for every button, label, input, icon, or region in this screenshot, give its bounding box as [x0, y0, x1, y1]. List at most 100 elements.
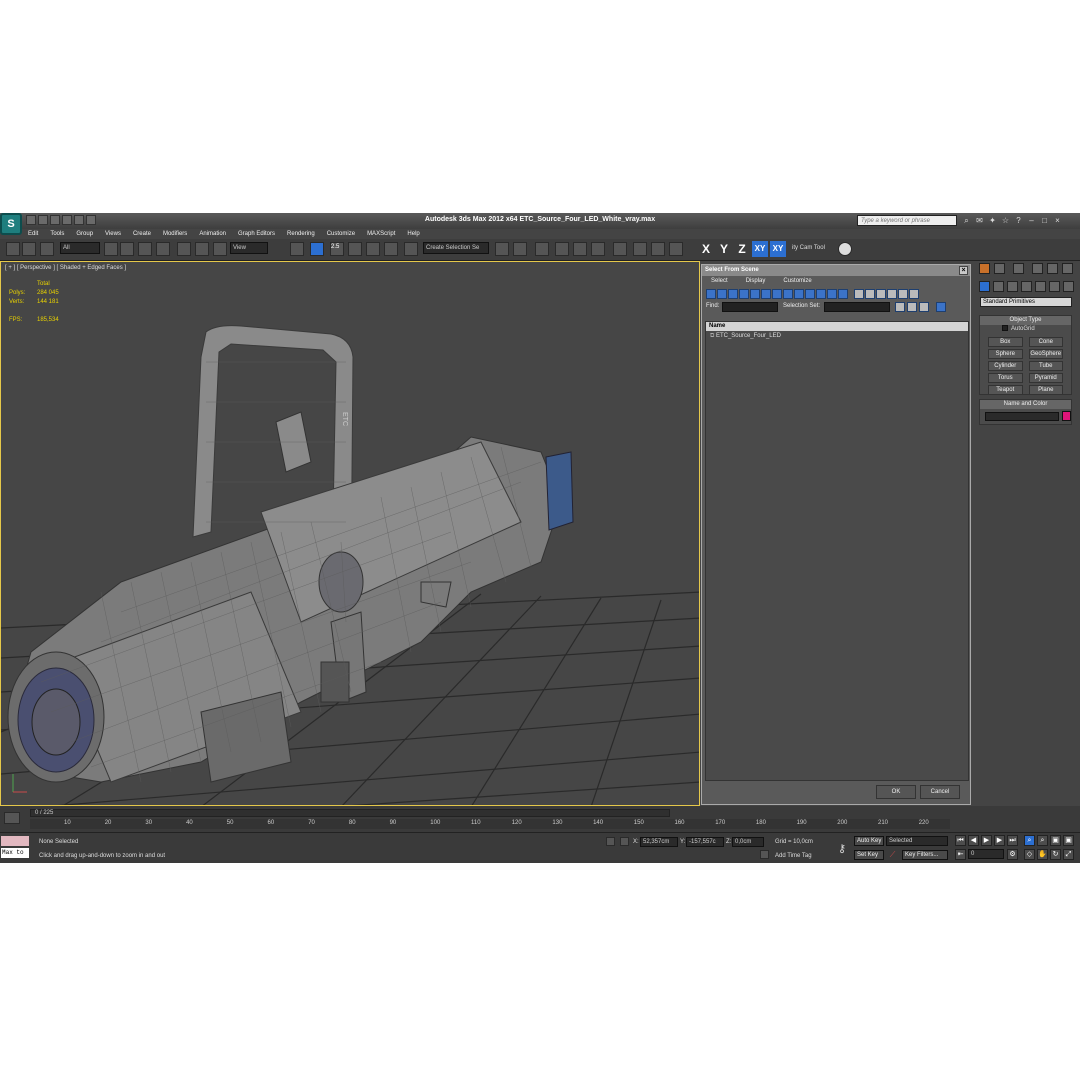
create-tab-icon[interactable]: [979, 263, 990, 274]
key-icon[interactable]: ⚷: [834, 841, 850, 857]
angle-snap-icon[interactable]: [348, 242, 362, 256]
tube-button[interactable]: Tube: [1028, 361, 1063, 371]
cam-tool-label[interactable]: ity Cam Tool: [792, 245, 825, 251]
display-space-warps-icon[interactable]: [761, 289, 771, 299]
display-containers-icon[interactable]: [805, 289, 815, 299]
selection-filter-dropdown[interactable]: All: [60, 242, 100, 254]
menu-views[interactable]: Views: [99, 229, 127, 239]
menu-create[interactable]: Create: [127, 229, 157, 239]
display-geometry-icon[interactable]: [706, 289, 716, 299]
graphite-modeling-icon[interactable]: [555, 242, 569, 256]
rotate-icon[interactable]: [195, 242, 209, 256]
search-input[interactable]: Type a keyword or phrase: [857, 215, 957, 226]
minimize-icon[interactable]: –: [1027, 216, 1036, 225]
display-hidden-icon[interactable]: [827, 289, 837, 299]
subscription-icon[interactable]: ✉: [975, 216, 984, 225]
select-object-icon[interactable]: [104, 242, 118, 256]
render-production-icon[interactable]: [669, 242, 683, 256]
display-lights-icon[interactable]: [728, 289, 738, 299]
select-none-icon[interactable]: [865, 289, 875, 299]
select-invert-icon[interactable]: [876, 289, 886, 299]
dialog-title-bar[interactable]: Select From Scene ×: [702, 265, 970, 276]
set-key-button[interactable]: Set Key: [854, 850, 884, 860]
name-and-color-header[interactable]: Name and Color: [980, 400, 1071, 409]
dialog-menu-select[interactable]: Select: [702, 276, 737, 287]
edit-named-selection-icon[interactable]: [404, 242, 418, 256]
axis-xy-cycle-button[interactable]: XY: [770, 241, 786, 257]
menu-tools[interactable]: Tools: [44, 229, 70, 239]
cancel-button[interactable]: Cancel: [920, 785, 960, 799]
display-bones-icon[interactable]: [794, 289, 804, 299]
case-sensitive-icon[interactable]: [895, 302, 905, 312]
display-helpers-icon[interactable]: [750, 289, 760, 299]
lock-selection-icon[interactable]: [606, 837, 615, 846]
systems-icon[interactable]: [1063, 281, 1074, 292]
default-in-out-tangent-icon[interactable]: ⟋: [887, 850, 898, 860]
material-editor-icon[interactable]: [613, 242, 627, 256]
selection-set-dropdown[interactable]: [824, 302, 890, 312]
cone-button[interactable]: Cone: [1028, 337, 1063, 347]
name-column-header[interactable]: Name: [706, 322, 968, 331]
orbit-icon[interactable]: ↻: [1050, 849, 1061, 860]
find-options-icon[interactable]: [907, 302, 917, 312]
cam-tool-icon[interactable]: [838, 242, 852, 256]
track-bar[interactable]: 10 20 30 40 50 60 70 80 90 100 110 120 130 140 150 160 1…: [30, 819, 950, 829]
torus-button[interactable]: Torus: [988, 373, 1023, 383]
helpers-icon[interactable]: [1035, 281, 1046, 292]
menu-graph-editors[interactable]: Graph Editors: [232, 229, 281, 239]
next-frame-icon[interactable]: ▶: [994, 835, 1005, 846]
key-mode-toggle-icon[interactable]: ⇤: [955, 849, 966, 860]
viewport-label[interactable]: [ + ] [ Perspective ] [ Shaded + Edged F…: [5, 265, 126, 271]
add-time-tag-button[interactable]: Add Time Tag: [775, 853, 812, 859]
maximize-viewport-icon[interactable]: ⤢: [1063, 849, 1074, 860]
maximize-icon[interactable]: □: [1040, 216, 1049, 225]
sort-icon[interactable]: [887, 289, 897, 299]
pan-view-icon[interactable]: ✋: [1037, 849, 1048, 860]
menu-maxscript[interactable]: MAXScript: [361, 229, 401, 239]
plane-button[interactable]: Plane: [1028, 385, 1063, 395]
close-icon[interactable]: ×: [1053, 216, 1062, 225]
zoom-extents-all-icon[interactable]: ▣: [1063, 835, 1074, 846]
link-icon[interactable]: [6, 242, 20, 256]
object-color-swatch[interactable]: [1062, 411, 1071, 421]
display-xrefs-icon[interactable]: [783, 289, 793, 299]
object-type-header[interactable]: Object Type: [980, 316, 1071, 325]
spinner-snap-icon[interactable]: [384, 242, 398, 256]
display-tab-icon[interactable]: [1047, 263, 1058, 274]
x-coordinate-field[interactable]: 52,357cm: [640, 837, 678, 847]
zoom-extents-icon[interactable]: ▣: [1050, 835, 1061, 846]
teapot-button[interactable]: Teapot: [988, 385, 1023, 395]
time-slider[interactable]: 0 / 225: [30, 809, 670, 817]
axis-y-button[interactable]: Y: [716, 241, 732, 257]
primitive-category-dropdown[interactable]: Standard Primitives: [980, 297, 1072, 307]
mini-curve-editor-icon[interactable]: [4, 812, 20, 824]
display-groups-icon[interactable]: [772, 289, 782, 299]
time-tag-icon[interactable]: [760, 850, 769, 859]
object-name-input[interactable]: [985, 412, 1059, 421]
pyramid-button[interactable]: Pyramid: [1028, 373, 1063, 383]
y-coordinate-field[interactable]: -157,557c: [686, 837, 724, 847]
geosphere-button[interactable]: GeoSphere: [1028, 349, 1063, 359]
scale-icon[interactable]: [213, 242, 227, 256]
advanced-filter-icon[interactable]: [936, 302, 946, 312]
dialog-menu-customize[interactable]: Customize: [774, 276, 820, 287]
menu-edit[interactable]: Edit: [22, 229, 44, 239]
space-warps-icon[interactable]: [1049, 281, 1060, 292]
cylinder-button[interactable]: Cylinder: [988, 361, 1023, 371]
layer-manager-icon[interactable]: [535, 242, 549, 256]
maxscript-listener-input[interactable]: [1, 836, 29, 846]
axis-xy-button[interactable]: XY: [752, 241, 768, 257]
pivot-icon[interactable]: [290, 242, 304, 256]
named-selection-set-dropdown[interactable]: Create Selection Se: [423, 242, 489, 254]
favorites-icon[interactable]: ☆: [1001, 216, 1010, 225]
percent-snap-icon[interactable]: [366, 242, 380, 256]
go-to-end-icon[interactable]: ⏭: [1007, 835, 1018, 846]
menu-modifiers[interactable]: Modifiers: [157, 229, 193, 239]
geometry-icon[interactable]: [979, 281, 990, 292]
motion-tab-icon[interactable]: [1032, 263, 1043, 274]
select-manipulate-icon[interactable]: [310, 242, 324, 256]
render-setup-icon[interactable]: [633, 242, 647, 256]
auto-key-button[interactable]: Auto Key: [854, 836, 884, 846]
current-frame-field[interactable]: 0: [968, 849, 1004, 859]
menu-animation[interactable]: Animation: [193, 229, 232, 239]
